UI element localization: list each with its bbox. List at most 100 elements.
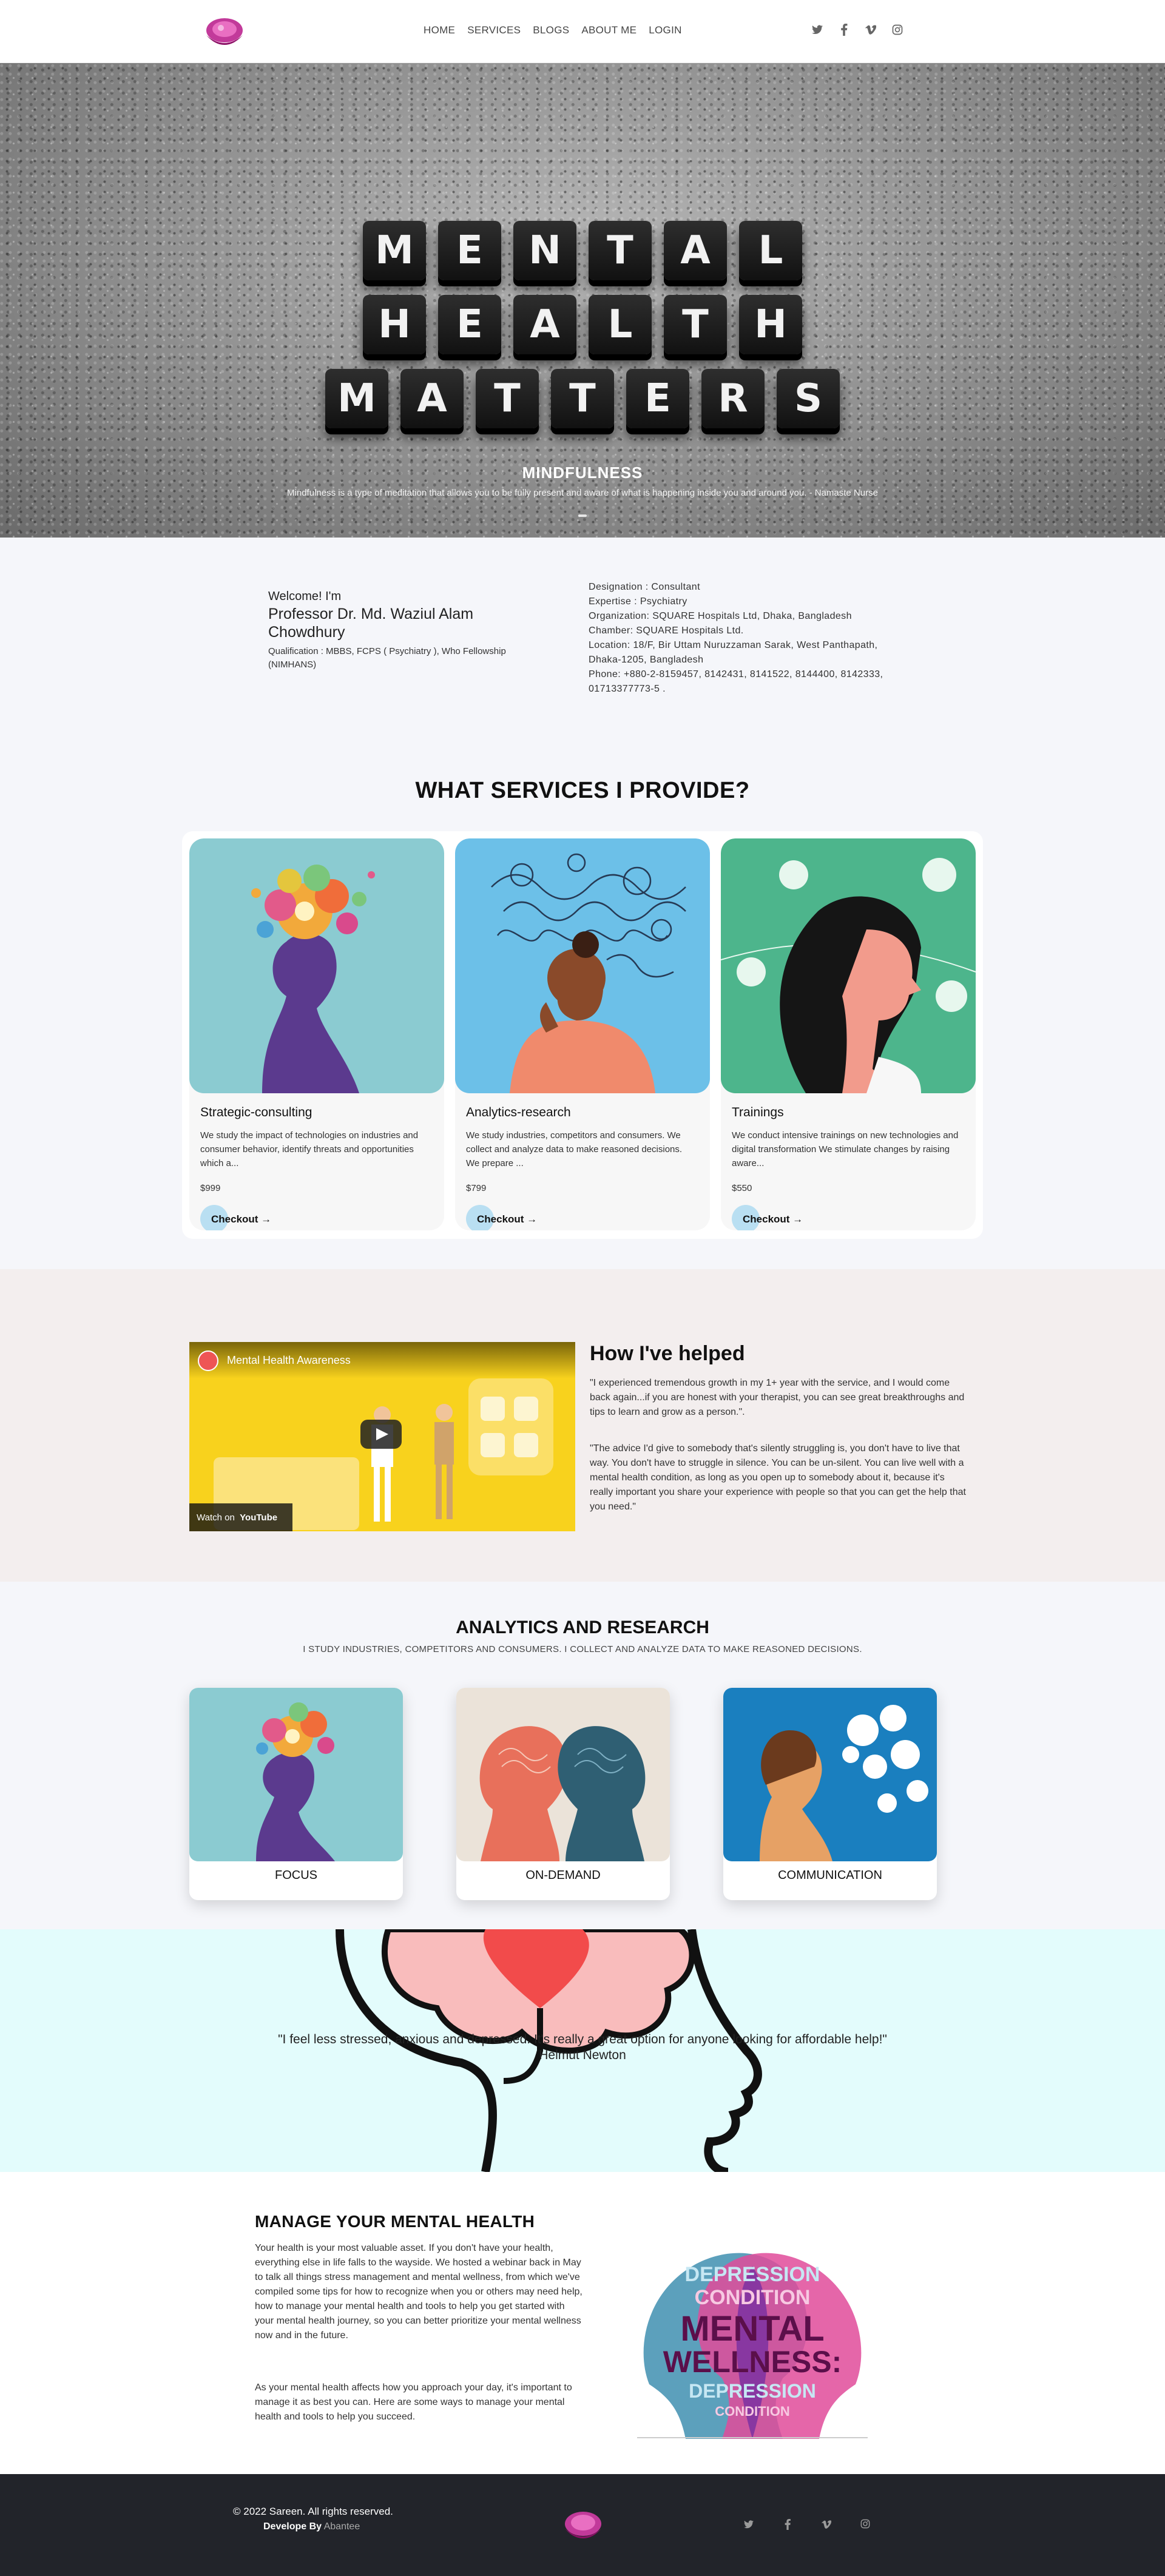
watch-on-label: Watch on [197,1512,235,1523]
carousel-indicator[interactable] [578,514,587,517]
nav-about-me[interactable]: ABOUT ME [581,24,637,36]
analytics-card-communication[interactable]: COMMUNICATION [723,1688,937,1900]
hero-banner: M E N T A L H E A L T H M A T T E R S MI… [0,63,1165,538]
letter-tile: M [363,221,426,280]
profile-intro: Welcome! I'm Professor Dr. Md. Waziul Al… [268,590,511,672]
service-title: Strategic-consulting [200,1105,312,1119]
checkout-label: Checkout → [211,1213,272,1225]
nav-blogs[interactable]: BLOGS [533,24,569,36]
service-image-flower-head [189,838,444,1093]
service-image-woman-profile [721,838,976,1093]
quote-text: "I feel less stressed, anxious and depre… [278,2032,887,2046]
letter-tile: L [739,221,802,280]
chamber: Chamber: SQUARE Hospitals Ltd. [589,625,744,636]
manage-section: MANAGE YOUR MENTAL HEALTH Your health is… [0,2172,1165,2474]
footer-logo[interactable] [556,2507,610,2544]
services-title: WHAT SERVICES I PROVIDE? [415,778,750,803]
watch-on-youtube[interactable]: Watch on YouTube [189,1503,292,1531]
phone: Phone: +880-2-8159457, 8142431, 8141522,… [589,669,883,694]
poster-word: DEPRESSION [685,2263,820,2286]
tile-row-mental: M E N T A L [0,221,1165,280]
checkout-label: Checkout → [477,1213,538,1225]
developer-credit: Develope By Abantee [263,2521,360,2532]
letter-tile: R [701,369,765,428]
service-price: $799 [466,1183,487,1193]
nav-social [811,23,904,36]
poster-word: CONDITION [715,2404,789,2419]
hero-letter-tiles: M E N T A L H E A L T H M A T T E R S [0,221,1165,443]
instagram-icon[interactable] [891,23,904,36]
poster-word: DEPRESSION [689,2380,816,2402]
service-title: Trainings [732,1105,784,1119]
nav-login[interactable]: LOGIN [649,24,681,36]
service-card-strategic: Strategic-consulting We study the impact… [189,838,444,1230]
checkout-button[interactable]: Checkout → [732,1205,803,1230]
navbar: HOME SERVICES BLOGS ABOUT ME LOGIN [0,0,1165,63]
instagram-icon[interactable] [858,2519,873,2533]
letter-tile: E [438,295,501,354]
designation: Designation : Consultant [589,582,700,592]
channel-avatar[interactable] [198,1350,218,1371]
service-card-analytics: Analytics-research We study industries, … [455,838,710,1230]
service-description: We study the impact of technologies on i… [200,1130,419,1168]
analytics-card-on-demand[interactable]: ON-DEMAND [456,1688,670,1900]
letter-tile: A [400,369,464,428]
welcome-text: Welcome! I'm [268,590,342,603]
developed-by-label: Develope By [263,2521,322,2532]
service-title: Analytics-research [466,1105,571,1119]
testimonials-section: Mental Health Awareness Watch on YouTube… [0,1269,1165,1582]
poster-word: WELLNESS: [663,2345,842,2379]
poster-word: MENTAL [680,2309,824,2348]
twitter-icon[interactable] [811,23,824,36]
communication-image [723,1688,937,1861]
profile-details: Designation : Consultant Expertise : Psy… [589,580,904,696]
letter-tile: A [513,295,576,354]
letter-tile: T [476,369,539,428]
qualification: Qualification : MBBS, FCPS ( Psychiatry … [268,646,506,670]
quote-author: Helmut Newton [539,2048,626,2062]
play-icon[interactable] [360,1420,402,1449]
facebook-icon[interactable] [837,23,851,36]
checkout-button[interactable]: Checkout → [466,1205,538,1230]
manage-paragraph: As your mental health affects how you ap… [255,2382,572,2422]
analytics-title: ANALYTICS AND RESEARCH [456,1617,709,1637]
copyright: © 2022 Sareen. All rights reserved. [233,2506,393,2517]
letter-tile: E [438,221,501,280]
twitter-icon[interactable] [741,2519,756,2533]
nav-services[interactable]: SERVICES [467,24,521,36]
main-nav: HOME SERVICES BLOGS ABOUT ME LOGIN [424,24,694,36]
on-demand-image [456,1688,670,1861]
developer-link[interactable]: Abantee [324,2521,360,2532]
footer-social [741,2519,873,2533]
service-card-trainings: Trainings We conduct intensive trainings… [721,838,976,1230]
letter-tile: H [363,295,426,354]
organization: Organization: SQUARE Hospitals Ltd, Dhak… [589,611,852,621]
youtube-logo: YouTube [240,1512,278,1523]
facebook-icon[interactable] [780,2519,795,2533]
location: Location: 18/F, Bir Uttam Nuruzzaman Sar… [589,640,878,665]
analytics-subtitle: I STUDY INDUSTRIES, COMPETITORS AND CONS… [303,1644,862,1654]
poster-word: CONDITION [695,2286,811,2309]
video-title[interactable]: Mental Health Awareness [227,1354,351,1367]
letter-tile: T [589,221,652,280]
quote-banner: "I feel less stressed, anxious and depre… [0,1929,1165,2172]
focus-image [189,1688,403,1861]
tile-row-matters: M A T T E R S [0,369,1165,428]
service-description: We conduct intensive trainings on new te… [732,1130,959,1168]
letter-tile: E [626,369,689,428]
vimeo-icon[interactable] [819,2519,834,2533]
letter-tile: N [513,221,576,280]
youtube-video-embed[interactable]: Mental Health Awareness Watch on YouTube [189,1342,575,1531]
vimeo-icon[interactable] [864,23,877,36]
service-price: $550 [732,1183,752,1193]
hero-subtitle: Mindfulness is a type of meditation that… [287,488,878,498]
checkout-button[interactable]: Checkout → [200,1205,272,1230]
brand-logo[interactable] [199,13,250,51]
testimonial-quote: "I experienced tremendous growth in my 1… [590,1378,965,1417]
doctor-name: Professor Dr. Md. Waziul Alam Chowdhury [268,605,474,641]
card-label: COMMUNICATION [778,1869,882,1882]
letter-tile: H [739,295,802,354]
nav-home[interactable]: HOME [424,24,455,36]
analytics-card-focus[interactable]: FOCUS [189,1688,403,1900]
letter-tile: M [325,369,388,428]
